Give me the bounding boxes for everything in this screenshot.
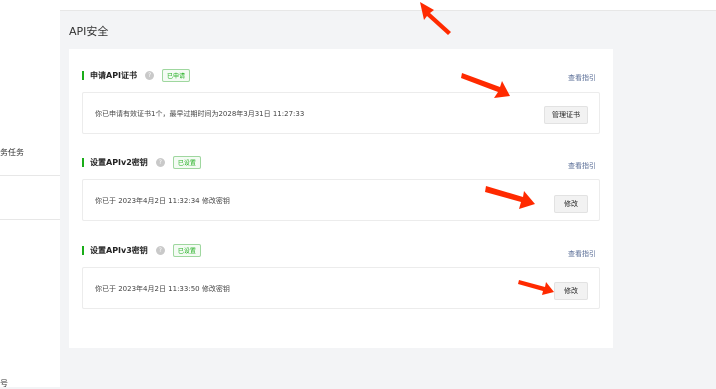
status-badge: 已设置 <box>172 243 201 257</box>
help-icon[interactable]: ? <box>155 245 165 255</box>
page-title: API安全 <box>69 25 109 38</box>
view-guide-link[interactable]: 查看指引 <box>568 73 596 83</box>
certificate-message: 你已申请有效证书1个，最早过期时间为2028年3月31日 11:27:33 <box>95 110 305 118</box>
annotation-arrow-icon <box>485 186 535 209</box>
section-accent-bar <box>82 157 84 167</box>
section-header-apiv2-key: 设置APIv2密钥 ? 已设置 <box>82 155 201 169</box>
annotation-arrow-icon <box>461 73 510 98</box>
section-title: 设置APIv3密钥 <box>90 245 148 255</box>
view-guide-link[interactable]: 查看指引 <box>568 249 596 259</box>
left-sidebar <box>0 10 60 387</box>
modify-apiv3-key-button[interactable]: 修改 <box>554 282 588 300</box>
status-badge: 已设置 <box>172 155 201 169</box>
top-bar <box>0 0 716 11</box>
sidebar-divider <box>0 175 60 176</box>
section-header-apiv3-key: 设置APIv3密钥 ? 已设置 <box>82 243 201 257</box>
annotation-arrow-icon <box>420 2 451 35</box>
status-badge: 已申请 <box>162 68 191 82</box>
help-icon[interactable]: ? <box>145 70 155 80</box>
manage-certificate-button[interactable]: 管理证书 <box>544 106 588 124</box>
view-guide-link[interactable]: 查看指引 <box>568 161 596 171</box>
section-header-api-certificate: 申请API证书 ? 已申请 <box>82 68 191 82</box>
section-accent-bar <box>82 70 84 80</box>
section-title: 设置APIv2密钥 <box>90 157 148 167</box>
apiv2-key-message: 你已于 2023年4月2日 11:32:34 修改密钥 <box>95 197 230 205</box>
sidebar-item-bottom[interactable]: 号 <box>0 378 8 389</box>
annotation-arrow-icon <box>518 280 554 295</box>
modify-apiv2-key-button[interactable]: 修改 <box>554 195 588 213</box>
section-accent-bar <box>82 245 84 255</box>
sidebar-divider <box>0 219 60 220</box>
apiv3-key-message: 你已于 2023年4月2日 11:33:50 修改密钥 <box>95 285 230 293</box>
help-icon[interactable]: ? <box>155 157 165 167</box>
section-title: 申请API证书 <box>90 70 138 80</box>
certificate-card: 你已申请有效证书1个，最早过期时间为2028年3月31日 11:27:33 管理… <box>82 92 600 134</box>
sidebar-item-task[interactable]: 务任务 <box>0 147 24 158</box>
